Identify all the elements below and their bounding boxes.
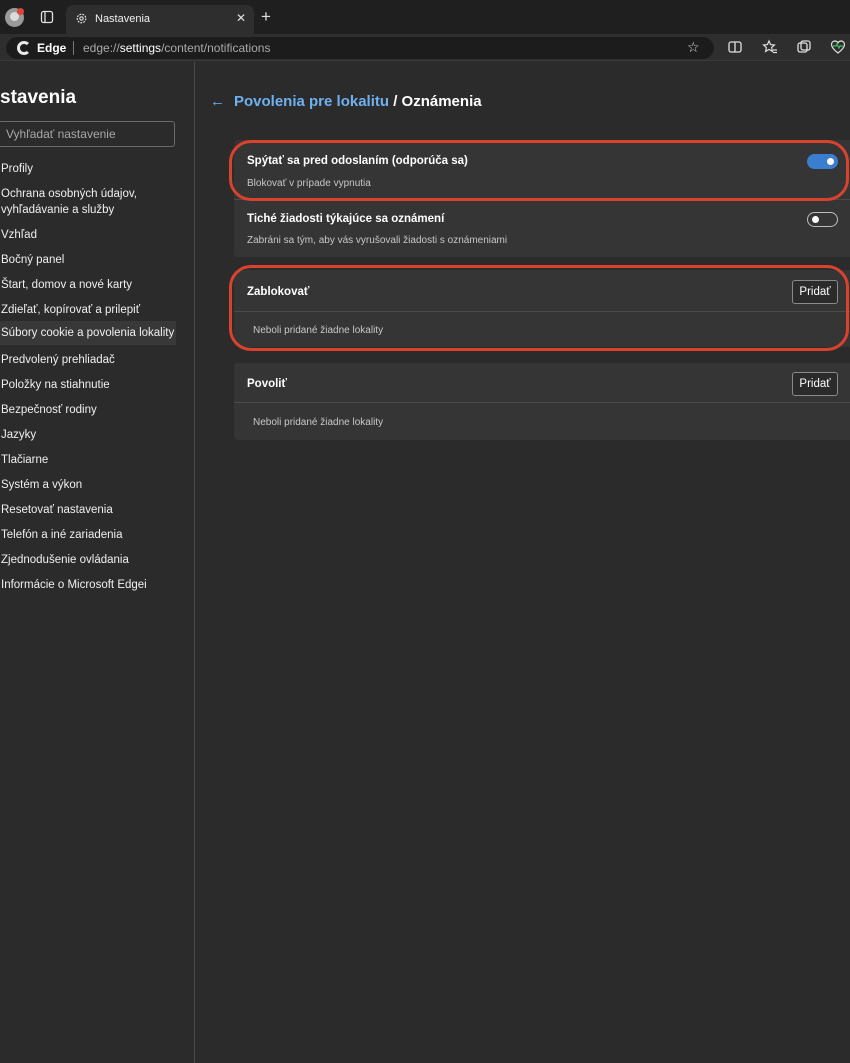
- sidebar-item-sidebar[interactable]: Bočný panel: [0, 248, 176, 272]
- highlight-annotation: [229, 265, 849, 351]
- sidebar-item-start[interactable]: Štart, domov a nové karty: [0, 273, 176, 297]
- allow-title: Povoliť: [247, 378, 288, 390]
- tab-settings[interactable]: Nastavenia ✕: [66, 5, 254, 34]
- sidebar-item-accessibility[interactable]: Zjednodušenie ovládania: [0, 548, 176, 572]
- browser-essentials-icon[interactable]: [830, 39, 846, 55]
- tab-strip: Nastavenia ✕ +: [0, 0, 850, 34]
- address-bar[interactable]: Edge edge://settings/content/notificatio…: [6, 37, 714, 59]
- split-screen-icon[interactable]: [727, 39, 743, 55]
- sidebar-item-system[interactable]: Systém a výkon: [0, 473, 176, 497]
- edge-logo-icon: [17, 41, 31, 55]
- tab-actions-icon[interactable]: [40, 10, 54, 24]
- sidebar-item-appearance[interactable]: Vzhľad: [0, 223, 176, 247]
- sidebar-title: stavenia: [0, 87, 77, 108]
- address-separator: [73, 41, 74, 55]
- sidebar-item-family[interactable]: Bezpečnosť rodiny: [0, 398, 176, 422]
- brand-label: Edge: [37, 41, 67, 55]
- sidebar-item-about[interactable]: Informácie o Microsoft Edgei: [0, 573, 176, 597]
- sidebar-item-reset[interactable]: Resetovať nastavenia: [0, 498, 176, 522]
- page-title: / Oznámenia: [389, 93, 482, 110]
- gear-icon: [76, 13, 87, 24]
- sidebar-item-profiles[interactable]: Profily: [0, 157, 176, 181]
- notification-dot: [17, 8, 24, 15]
- close-icon[interactable]: ✕: [236, 12, 246, 24]
- tab-title: Nastavenia: [95, 13, 151, 25]
- back-arrow-icon[interactable]: ←: [210, 93, 225, 110]
- settings-content: ← Povolenia pre lokalitu / Oznámenia Spýt…: [196, 62, 850, 1063]
- sidebar-item-default-browser[interactable]: Predvolený prehliadač: [0, 348, 176, 372]
- sidebar-item-cookies[interactable]: Súbory cookie a povolenia lokality: [0, 321, 176, 345]
- toolbar: Edge edge://settings/content/notificatio…: [0, 34, 850, 61]
- new-tab-button[interactable]: +: [261, 8, 271, 25]
- collections-icon[interactable]: [796, 39, 812, 55]
- sidebar-item-privacy[interactable]: Ochrana osobných údajov, vyhľadávanie a …: [0, 182, 176, 222]
- url-text[interactable]: edge://settings/content/notifications: [83, 41, 270, 55]
- highlight-annotation: [229, 140, 849, 201]
- favorites-icon[interactable]: [762, 39, 778, 55]
- search-input[interactable]: [0, 122, 174, 146]
- sidebar-item-printers[interactable]: Tlačiarne: [0, 448, 176, 472]
- allow-add-button[interactable]: Pridať: [792, 372, 838, 396]
- settings-sidebar: stavenia Profily Ochrana osobných údajov…: [0, 62, 195, 1063]
- sidebar-item-phone[interactable]: Telefón a iné zariadenia: [0, 523, 176, 547]
- sidebar-item-languages[interactable]: Jazyky: [0, 423, 176, 447]
- quiet-requests-toggle[interactable]: [807, 212, 838, 227]
- search-field[interactable]: [0, 121, 175, 147]
- favorite-star-icon[interactable]: ☆: [687, 40, 700, 55]
- allow-card: Povoliť Pridať Neboli pridané žiadne lok…: [234, 363, 850, 440]
- card-divider: [234, 402, 850, 403]
- sidebar-item-downloads[interactable]: Položky na stiahnutie: [0, 373, 176, 397]
- allow-empty-text: Neboli pridané žiadne lokality: [253, 417, 384, 428]
- sidebar-item-share[interactable]: Zdieľať, kopírovať a prilepiť: [0, 298, 176, 322]
- quiet-requests-title: Tiché žiadosti týkajúce sa oznámení: [247, 213, 445, 225]
- breadcrumb-link[interactable]: Povolenia pre lokalitu: [234, 93, 389, 110]
- breadcrumb: ← Povolenia pre lokalitu / Oznámenia: [210, 93, 482, 110]
- quiet-requests-subtitle: Zabráni sa tým, aby vás vyrušovali žiado…: [247, 235, 508, 246]
